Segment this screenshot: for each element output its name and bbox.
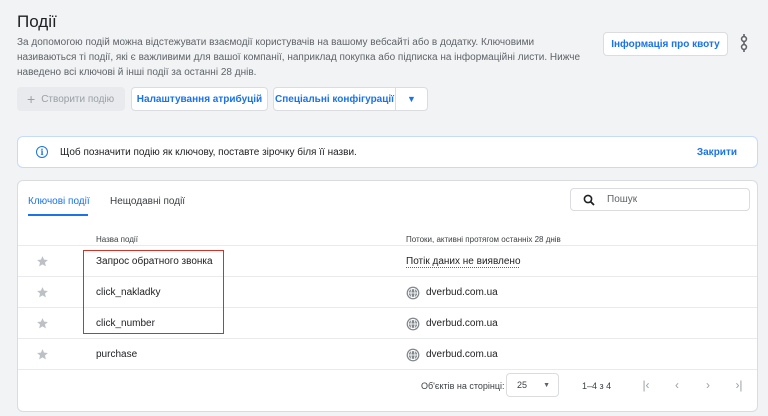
tab-key-events[interactable]: Ключові події <box>28 196 90 207</box>
page-range: 1–4 з 4 <box>582 381 612 391</box>
table-row: purchase dverbud.com.ua <box>18 339 757 370</box>
tune-icon[interactable] <box>737 33 751 53</box>
special-config-button[interactable]: Спеціальні конфігурації ▼ <box>273 87 428 111</box>
page-description: За допомогою подій можна відстежувати вз… <box>17 37 581 78</box>
event-name[interactable]: click_nakladky <box>96 277 160 308</box>
prev-page-icon[interactable]: ‹ <box>669 377 685 393</box>
stream-cell: dverbud.com.ua <box>406 339 498 370</box>
rows-per-page-value: 25 <box>517 380 528 390</box>
stream-label: dverbud.com.ua <box>426 318 498 329</box>
search-box[interactable] <box>570 188 750 211</box>
event-name[interactable]: click_number <box>96 308 155 339</box>
star-icon[interactable] <box>36 348 49 361</box>
plus-icon: + <box>27 91 36 107</box>
page-title: Події <box>17 12 57 31</box>
special-config-label[interactable]: Спеціальні конфігурації <box>274 88 396 110</box>
pagination: Об'єктів на сторінці: 25 ▼ 1–4 з 4 |‹ ‹ … <box>18 370 757 402</box>
next-page-icon[interactable]: › <box>700 377 716 393</box>
stream-cell: dverbud.com.ua <box>406 277 498 308</box>
stream-label: dverbud.com.ua <box>426 349 498 360</box>
active-tab-indicator <box>28 214 88 216</box>
first-page-icon[interactable]: |‹ <box>638 377 654 393</box>
tab-recent-events[interactable]: Нещодавні події <box>110 196 185 207</box>
stream-label: dverbud.com.ua <box>426 287 498 298</box>
table-row: click_number dverbud.com.ua <box>18 308 757 339</box>
star-icon[interactable] <box>36 255 49 268</box>
banner-close-button[interactable]: Закрити <box>697 147 737 158</box>
dropdown-arrow-icon[interactable]: ▼ <box>396 88 427 110</box>
globe-icon <box>406 348 420 361</box>
banner-message: Щоб позначити подію як ключову, поставте… <box>60 146 357 158</box>
stream-label: Потік даних не виявлено <box>406 256 521 267</box>
info-banner: i Щоб позначити подію як ключову, постав… <box>17 136 758 168</box>
stream-cell: Потік даних не виявлено <box>406 246 521 277</box>
caret-down-icon: ▼ <box>543 382 550 389</box>
create-event-label: Створити подію <box>41 93 115 105</box>
star-icon[interactable] <box>36 317 49 330</box>
last-page-icon[interactable]: ›| <box>731 377 747 393</box>
table-row: Запрос обратного звонка Потік даних не в… <box>18 246 757 277</box>
globe-icon <box>406 286 420 299</box>
create-event-button[interactable]: + Створити подію <box>17 87 125 111</box>
attribution-settings-button[interactable]: Налаштування атрибуцій <box>131 87 268 111</box>
event-name[interactable]: Запрос обратного звонка <box>96 246 213 277</box>
globe-icon <box>406 317 420 330</box>
rows-per-page-select[interactable]: 25 ▼ <box>506 373 559 397</box>
search-icon <box>583 194 595 206</box>
table-row: click_nakladky dverbud.com.ua <box>18 277 757 308</box>
star-icon[interactable] <box>36 286 49 299</box>
info-icon: i <box>36 146 48 158</box>
stream-cell: dverbud.com.ua <box>406 308 498 339</box>
events-card: Ключові події Нещодавні події Назва поді… <box>17 180 758 412</box>
rows-per-page-label: Об'єктів на сторінці: <box>421 381 505 391</box>
event-name[interactable]: purchase <box>96 339 137 370</box>
quota-info-button[interactable]: Інформація про квоту <box>603 32 728 56</box>
search-input[interactable] <box>607 194 727 205</box>
